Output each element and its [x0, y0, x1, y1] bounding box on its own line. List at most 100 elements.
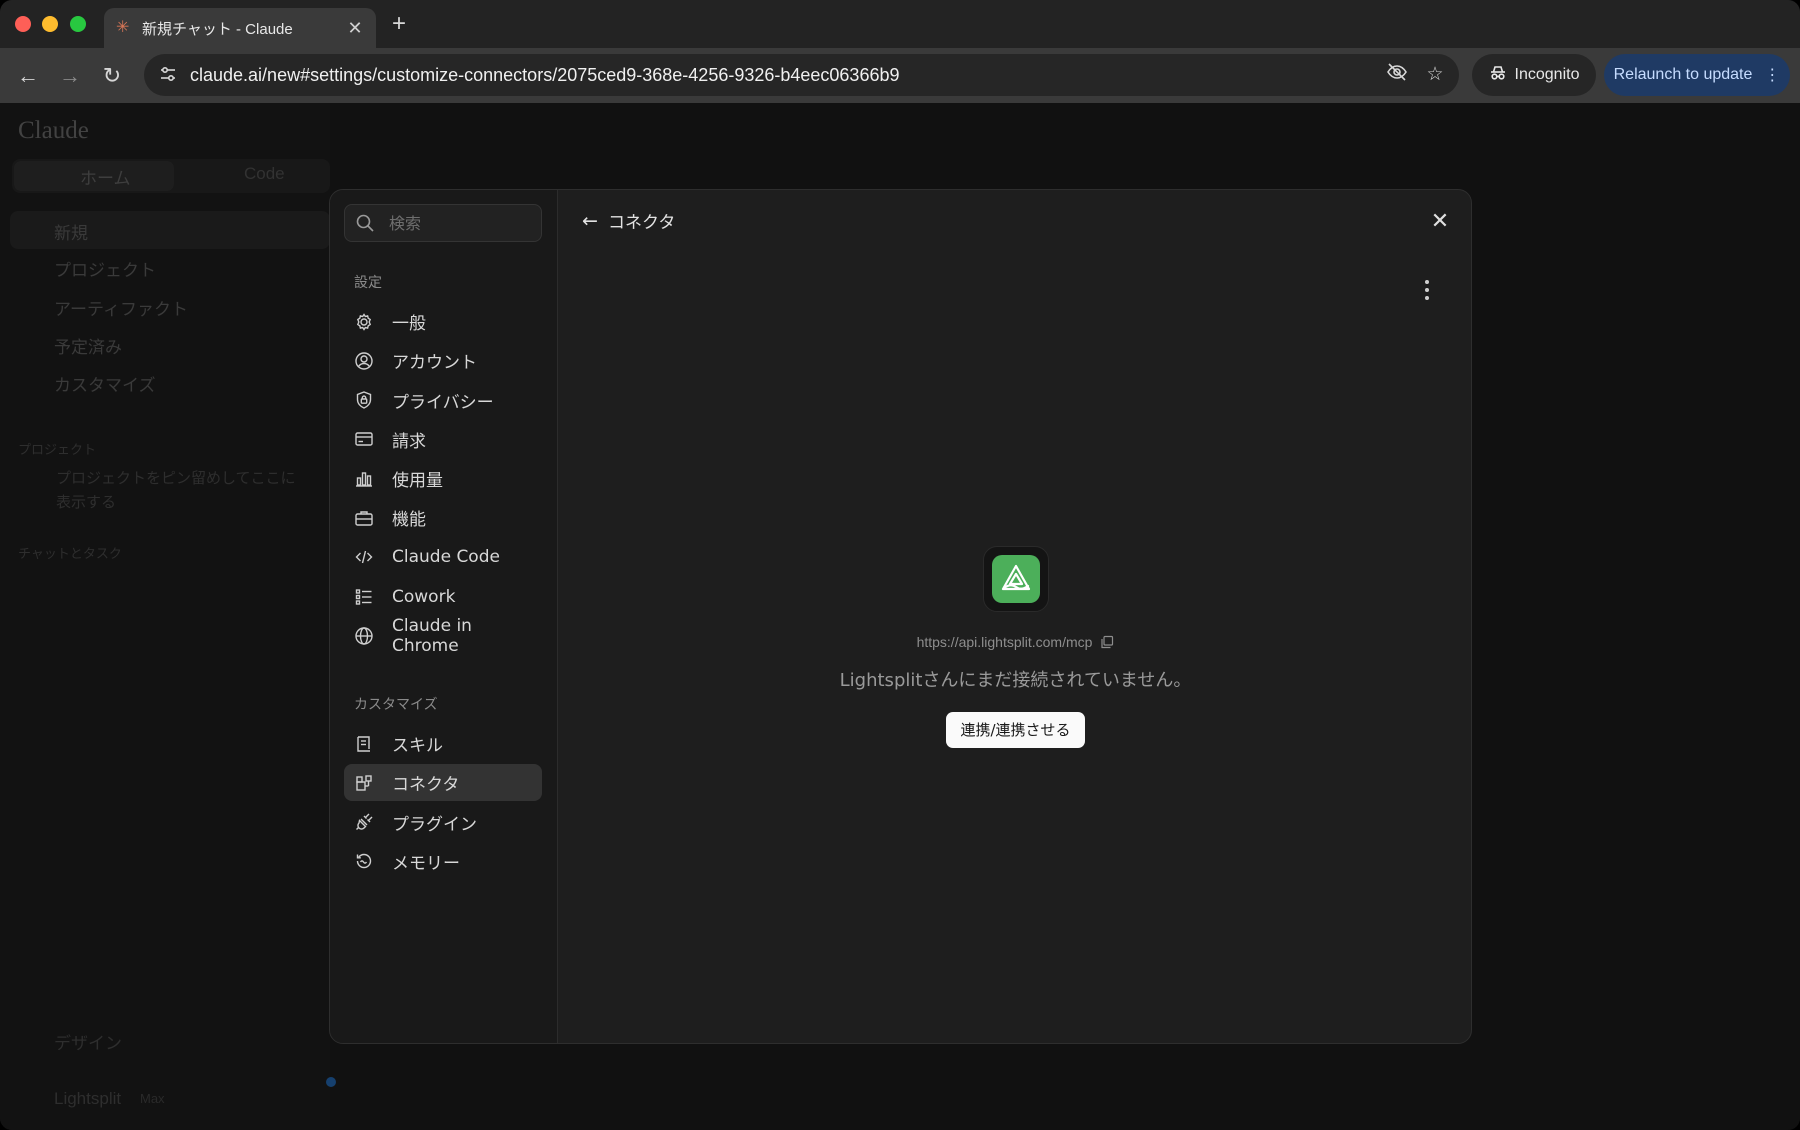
sidebar-item-label: スキル	[392, 736, 443, 756]
sidebar-item-scheduled: 予定済み	[54, 338, 122, 357]
claude-logo: Claude	[18, 117, 89, 144]
sidebar-item-label: アカウント	[392, 353, 477, 374]
sidebar-item-label: 機能	[392, 510, 426, 531]
sidebar-item-plugins[interactable]: プラグイン	[344, 804, 542, 841]
url-text[interactable]: claude.ai/new#settings/customize-connect…	[190, 65, 1383, 86]
tab-strip: ✳ 新規チャット - Claude ✕ +	[0, 0, 1800, 48]
sidebar-item-privacy[interactable]: プライバシー	[344, 382, 542, 419]
eye-off-icon[interactable]	[1383, 61, 1411, 89]
relaunch-label: Relaunch to update	[1613, 66, 1753, 83]
sidebar-item-claude-in-chrome[interactable]: Claude in Chrome	[344, 615, 542, 656]
projects-hint-line-1: プロジェクトをピン留めしてここに	[56, 470, 296, 487]
sidebar-item-memory[interactable]: メモリー	[344, 843, 542, 880]
bar-chart-icon	[354, 469, 374, 489]
code-icon	[354, 547, 374, 567]
tab-code: Code	[244, 164, 285, 183]
server-url-row: https://api.lightsplit.com/mcp	[558, 634, 1471, 650]
sidebar-item-usage[interactable]: 使用量	[344, 460, 542, 497]
app-sidebar: Claude ホーム Code 新規 プロジェクト アーティファクト 予定済み …	[0, 103, 330, 1130]
projects-header: プロジェクト	[18, 442, 97, 457]
connector-icon	[354, 773, 374, 793]
more-options-icon[interactable]	[1419, 278, 1435, 302]
incognito-label: Incognito	[1514, 66, 1580, 83]
sidebar-item-artifacts: アーティファクト	[54, 300, 188, 319]
forward-arrow-icon[interactable]: →	[56, 62, 84, 90]
sidebar-item-connectors[interactable]: コネクタ	[344, 764, 542, 802]
sidebar-item-billing[interactable]: 請求	[344, 421, 542, 458]
tab-title: 新規チャット - Claude	[142, 20, 293, 38]
sidebar-item-label: プライバシー	[392, 392, 494, 413]
back-to-connectors[interactable]: ← コネクタ	[580, 208, 676, 234]
user-circle-icon	[354, 351, 374, 371]
gear-icon	[354, 312, 374, 332]
sidebar-item-features[interactable]: 機能	[344, 499, 542, 536]
settings-nav: 一般 アカウント プライバシー 請求 使用量 機能 Claude Code Co…	[344, 303, 542, 657]
connector-logo-frame	[982, 546, 1049, 612]
customize-nav: スキル コネクタ プラグイン メモリー	[344, 725, 542, 882]
toolbox-icon	[354, 508, 374, 528]
section-label-settings: 設定	[354, 275, 382, 291]
projects-hint-line-2: 表示する	[56, 494, 117, 511]
claude-favicon-icon: ✳	[116, 19, 130, 36]
close-window-button[interactable]	[15, 16, 31, 32]
sidebar-item-general[interactable]: 一般	[344, 303, 542, 340]
sidebar-item-account[interactable]: アカウント	[344, 342, 542, 379]
sidebar-item-label: 一般	[392, 314, 426, 334]
back-arrow-icon[interactable]: ←	[14, 62, 42, 90]
tab-home: ホーム	[80, 169, 131, 188]
sidebar-item-label: Claude in Chrome	[392, 615, 472, 656]
credit-card-icon	[354, 429, 374, 449]
browser-window: ✳ 新規チャット - Claude ✕ + ← → ↻ claude.ai/ne…	[0, 0, 1800, 1130]
relaunch-button[interactable]: Relaunch to update ⋮	[1604, 54, 1790, 96]
new-tab-button[interactable]: +	[392, 10, 406, 38]
sidebar-item-label: 使用量	[392, 471, 443, 492]
memory-icon	[354, 851, 374, 871]
scroll-icon	[354, 734, 374, 754]
sidebar-item-new: 新規	[54, 224, 88, 243]
chats-header: チャットとタスク	[18, 546, 122, 561]
sidebar-item-label: Cowork	[392, 586, 456, 607]
search-icon	[355, 213, 375, 233]
star-icon[interactable]: ☆	[1421, 61, 1449, 89]
browser-toolbar: ← → ↻ claude.ai/new#settings/customize-c…	[0, 48, 1800, 103]
connector-card: https://api.lightsplit.com/mcp Lightspli…	[558, 546, 1471, 748]
reload-icon[interactable]: ↻	[98, 62, 126, 90]
sidebar-item-label: コネクタ	[392, 775, 460, 796]
settings-modal: 設定 一般 アカウント プライバシー 請求	[329, 189, 1472, 1044]
globe-icon	[354, 626, 374, 646]
sidebar-item-label: メモリー	[392, 853, 460, 874]
maximize-window-button[interactable]	[70, 16, 86, 32]
search-input[interactable]	[389, 213, 519, 233]
sidebar-item-label: Claude Code	[392, 547, 500, 568]
sidebar-item-cowork[interactable]: Cowork	[344, 578, 542, 615]
sidebar-item-skills[interactable]: スキル	[344, 725, 542, 762]
connector-detail: ← コネクタ ✕ https://api.lightsplit.com/mcp …	[558, 190, 1471, 1043]
close-icon[interactable]: ✕	[1427, 208, 1453, 234]
tab-close-icon[interactable]: ✕	[346, 18, 364, 39]
server-url: https://api.lightsplit.com/mcp	[916, 634, 1093, 650]
sidebar-item-label: プラグイン	[392, 814, 477, 835]
sidebar-item-customize: カスタマイズ	[54, 376, 156, 395]
section-label-customize: カスタマイズ	[354, 697, 438, 713]
sidebar-item-label: 請求	[392, 431, 426, 452]
browser-tab[interactable]: ✳ 新規チャット - Claude ✕	[104, 8, 376, 48]
page-title: コネクタ	[608, 213, 676, 233]
minimize-window-button[interactable]	[42, 16, 58, 32]
incognito-icon	[1489, 64, 1507, 87]
settings-sidebar: 設定 一般 アカウント プライバシー 請求	[330, 190, 558, 1043]
connect-button[interactable]: 連携/連携させる	[946, 712, 1085, 748]
settings-search[interactable]	[344, 204, 542, 242]
back-arrow-icon: ←	[582, 209, 598, 232]
more-vert-icon: ⋮	[1764, 67, 1781, 84]
user-name: Lightsplit	[54, 1089, 122, 1108]
address-bar[interactable]: claude.ai/new#settings/customize-connect…	[144, 54, 1459, 96]
shield-lock-icon	[354, 390, 374, 410]
notification-dot	[326, 1077, 336, 1087]
sidebar-item-design: デザイン	[54, 1034, 122, 1053]
sidebar-item-projects: プロジェクト	[54, 261, 156, 280]
copy-icon[interactable]	[1100, 635, 1114, 649]
site-settings-icon[interactable]	[158, 64, 180, 86]
not-connected-message: Lightsplitさんにまだ接続されていません。	[839, 670, 1192, 691]
incognito-badge[interactable]: Incognito	[1472, 54, 1596, 96]
sidebar-item-claude-code[interactable]: Claude Code	[344, 539, 542, 576]
